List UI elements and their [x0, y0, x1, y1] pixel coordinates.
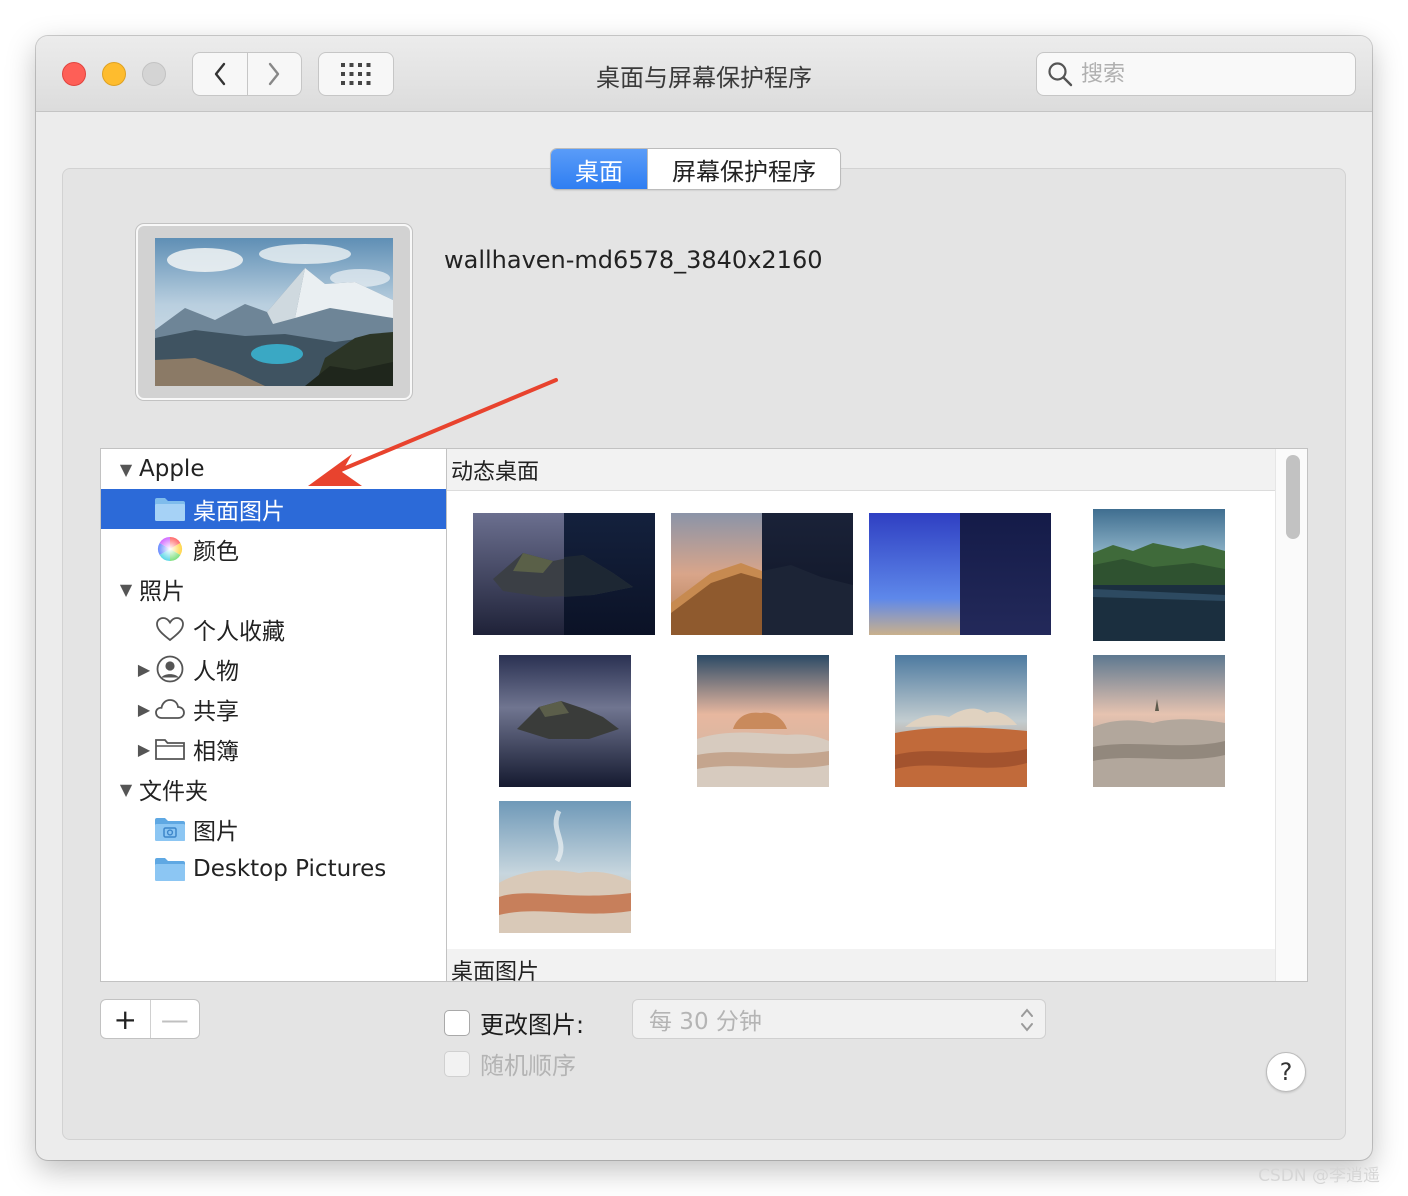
source-item-pictures-folder[interactable]: 图片 — [101, 809, 446, 849]
album-folder-icon — [153, 734, 187, 764]
preferences-window: 桌面与屏幕保护程序 桌面 屏幕保护程序 wallhav — [36, 36, 1372, 1160]
folder-icon — [153, 494, 187, 524]
source-group-photos[interactable]: ▼ 照片 — [101, 569, 446, 609]
checkbox-box[interactable] — [444, 1050, 470, 1077]
tab-desktop[interactable]: 桌面 — [551, 149, 647, 189]
folder-icon — [153, 854, 187, 884]
wallpaper-preview — [136, 224, 412, 400]
source-list[interactable]: ▼ Apple 桌面图片 颜色 ▼ 照片 个人收藏 ▶ 人物 ▶ 共享 ▶ 相簿… — [100, 448, 446, 982]
change-picture-label: 更改图片: — [480, 1011, 585, 1039]
search-icon — [1048, 62, 1073, 87]
tab-screensaver[interactable]: 屏幕保护程序 — [647, 149, 840, 189]
wallpaper-thumb-desert-rock-2[interactable] — [895, 655, 1027, 787]
source-item-colors[interactable]: 颜色 — [101, 529, 446, 569]
disclosure-open-icon[interactable]: ▼ — [117, 460, 135, 479]
color-wheel-icon — [153, 534, 187, 564]
source-item-desktop-pictures-folder[interactable]: Desktop Pictures — [101, 849, 446, 889]
source-item-shared[interactable]: ▶ 共享 — [101, 689, 446, 729]
source-item-label: 相簿 — [193, 739, 239, 765]
person-icon — [153, 654, 187, 684]
tab-bar: 桌面 屏幕保护程序 — [550, 148, 841, 190]
source-item-favorites[interactable]: 个人收藏 — [101, 609, 446, 649]
grid-scrollbar-thumb[interactable] — [1286, 455, 1300, 539]
source-group-label: 文件夹 — [139, 779, 208, 805]
random-order-checkbox[interactable]: 随机顺序 — [444, 1046, 576, 1081]
section-header-dynamic: 动态桌面 — [447, 449, 1275, 491]
title-bar: 桌面与屏幕保护程序 — [36, 36, 1372, 112]
checkbox-box[interactable] — [444, 1009, 470, 1036]
source-item-label: 图片 — [193, 819, 239, 845]
add-remove-control: + — — [100, 999, 200, 1039]
csdn-watermark: CSDN @李逍遥 — [1258, 1166, 1380, 1186]
cloud-icon — [153, 694, 187, 724]
up-down-chevron-icon — [1021, 1008, 1033, 1032]
grid-scrollbar[interactable] — [1275, 449, 1307, 981]
source-item-label: 个人收藏 — [193, 619, 285, 645]
help-button[interactable]: ? — [1266, 1052, 1306, 1092]
wallpaper-thumb-catalina-dynamic[interactable] — [473, 513, 655, 635]
wallpaper-name: wallhaven-md6578_3840x2160 — [444, 246, 823, 274]
remove-folder-button[interactable]: — — [149, 1000, 200, 1038]
search-input[interactable] — [1081, 61, 1331, 87]
wallpaper-thumb-bigsur-lake[interactable] — [1093, 509, 1225, 641]
source-item-label: 桌面图片 — [193, 499, 285, 525]
disclosure-closed-icon[interactable]: ▶ — [135, 740, 153, 759]
random-order-label: 随机顺序 — [480, 1052, 576, 1080]
source-item-label: Desktop Pictures — [193, 856, 387, 882]
interval-value: 每 30 分钟 — [649, 1009, 762, 1035]
source-item-desktop-pictures[interactable]: 桌面图片 — [101, 489, 446, 529]
wallpaper-thumb-solar-gradient[interactable] — [869, 513, 1051, 635]
wallpaper-thumb-mojave-dynamic[interactable] — [671, 513, 853, 635]
source-group-apple[interactable]: ▼ Apple — [101, 449, 446, 489]
source-group-folders[interactable]: ▼ 文件夹 — [101, 769, 446, 809]
source-group-label: Apple — [139, 456, 205, 482]
mountain-lake-wallpaper-image — [155, 238, 393, 386]
search-field[interactable] — [1036, 52, 1356, 96]
wallpaper-grid[interactable]: 动态桌面 桌面图片 — [446, 448, 1308, 982]
source-item-people[interactable]: ▶ 人物 — [101, 649, 446, 689]
disclosure-open-icon[interactable]: ▼ — [117, 780, 135, 799]
add-folder-button[interactable]: + — [101, 1000, 150, 1038]
pictures-folder-icon — [153, 814, 187, 844]
wallpaper-thumb-desert-rock-3[interactable] — [1093, 655, 1225, 787]
wallpaper-thumb-desert-rock-1[interactable] — [697, 655, 829, 787]
wallpaper-thumb-catalina-island[interactable] — [499, 655, 631, 787]
source-item-albums[interactable]: ▶ 相簿 — [101, 729, 446, 769]
source-item-label: 共享 — [193, 699, 239, 725]
source-item-label: 人物 — [193, 659, 239, 685]
wallpaper-thumb-desert-rock-4[interactable] — [499, 801, 631, 933]
interval-popup[interactable]: 每 30 分钟 — [632, 999, 1046, 1039]
heart-icon — [153, 614, 187, 644]
section-header-desktop-pictures: 桌面图片 — [447, 949, 1275, 981]
source-item-label: 颜色 — [193, 539, 239, 565]
change-picture-checkbox[interactable]: 更改图片: — [444, 1005, 584, 1040]
disclosure-closed-icon[interactable]: ▶ — [135, 700, 153, 719]
source-group-label: 照片 — [139, 579, 185, 605]
disclosure-open-icon[interactable]: ▼ — [117, 580, 135, 599]
disclosure-closed-icon[interactable]: ▶ — [135, 660, 153, 679]
